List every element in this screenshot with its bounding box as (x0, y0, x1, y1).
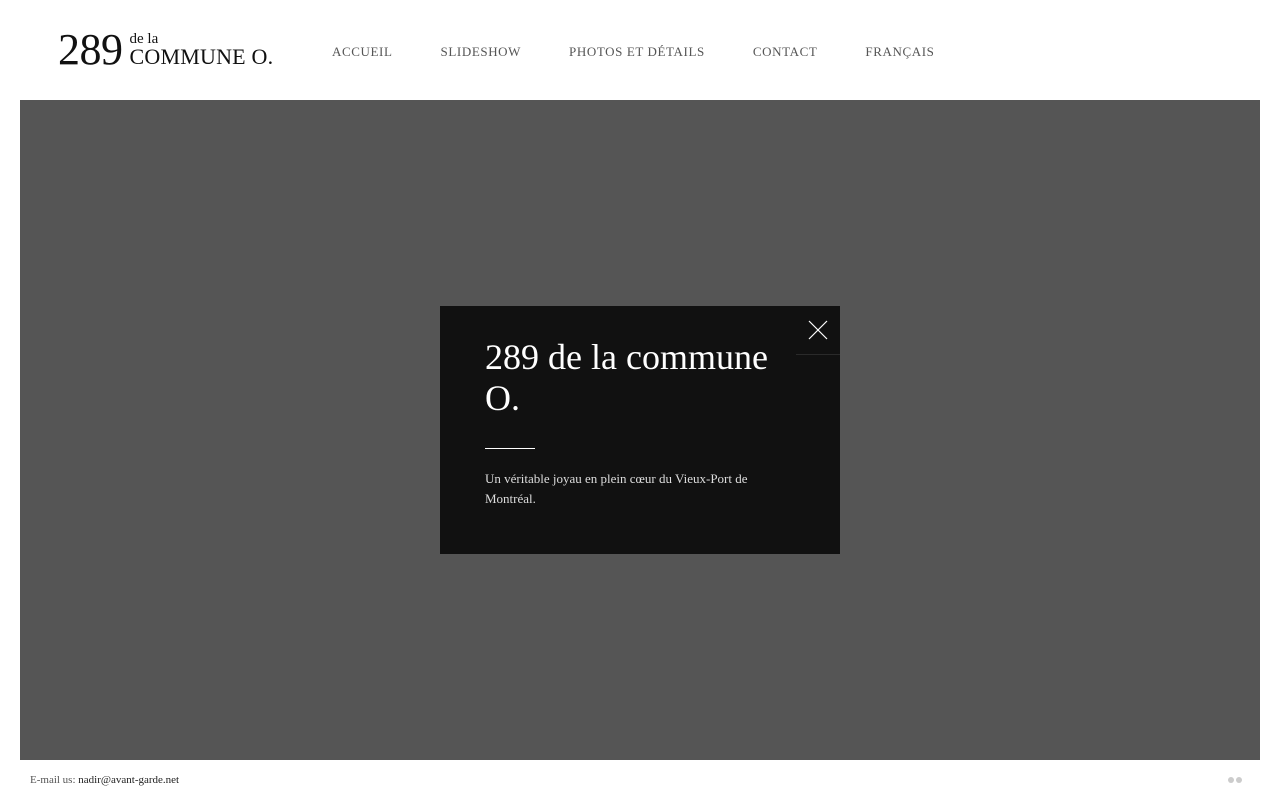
logo-text: de la COMMUNE O. (130, 28, 274, 72)
footer-email-label: E-mail us: (30, 774, 76, 786)
flickr-icon-dot-right (1236, 777, 1242, 783)
site-header: 289 de la COMMUNE O. ACCUEIL SLIDESHOW P… (0, 0, 1280, 100)
intro-modal: 289 de la commune O. Un véritable joyau … (440, 306, 840, 554)
nav-item-slideshow[interactable]: SLIDESHOW (441, 44, 522, 60)
main-nav: ACCUEIL SLIDESHOW PHOTOS ET DÉTAILS CONT… (332, 42, 935, 62)
slideshow-stage: 289 de la commune O. Un véritable joyau … (20, 100, 1260, 760)
close-icon (808, 320, 828, 340)
modal-description: Un véritable joyau en plein cœur du Vieu… (485, 471, 748, 506)
nav-item-contact[interactable]: CONTACT (753, 44, 818, 60)
modal-title: 289 de la commune O. (485, 337, 768, 418)
modal-divider (485, 448, 535, 449)
footer-email-link[interactable]: nadir@avant-garde.net (78, 774, 179, 786)
flickr-icon-dot-left (1228, 777, 1234, 783)
footer-email: E-mail us: nadir@avant-garde.net (30, 774, 179, 786)
site-logo[interactable]: 289 de la COMMUNE O. (58, 28, 273, 72)
nav-item-accueil[interactable]: ACCUEIL (332, 44, 393, 60)
site-footer: E-mail us: nadir@avant-garde.net (0, 760, 1280, 800)
modal-close-button[interactable] (796, 306, 840, 355)
flickr-icon[interactable] (1228, 777, 1242, 784)
nav-item-photos-details[interactable]: PHOTOS ET DÉTAILS (569, 44, 705, 60)
logo-number: 289 (58, 25, 123, 74)
nav-item-language[interactable]: FRANÇAIS (865, 44, 934, 60)
logo-big-text: COMMUNE O. (129, 44, 274, 69)
